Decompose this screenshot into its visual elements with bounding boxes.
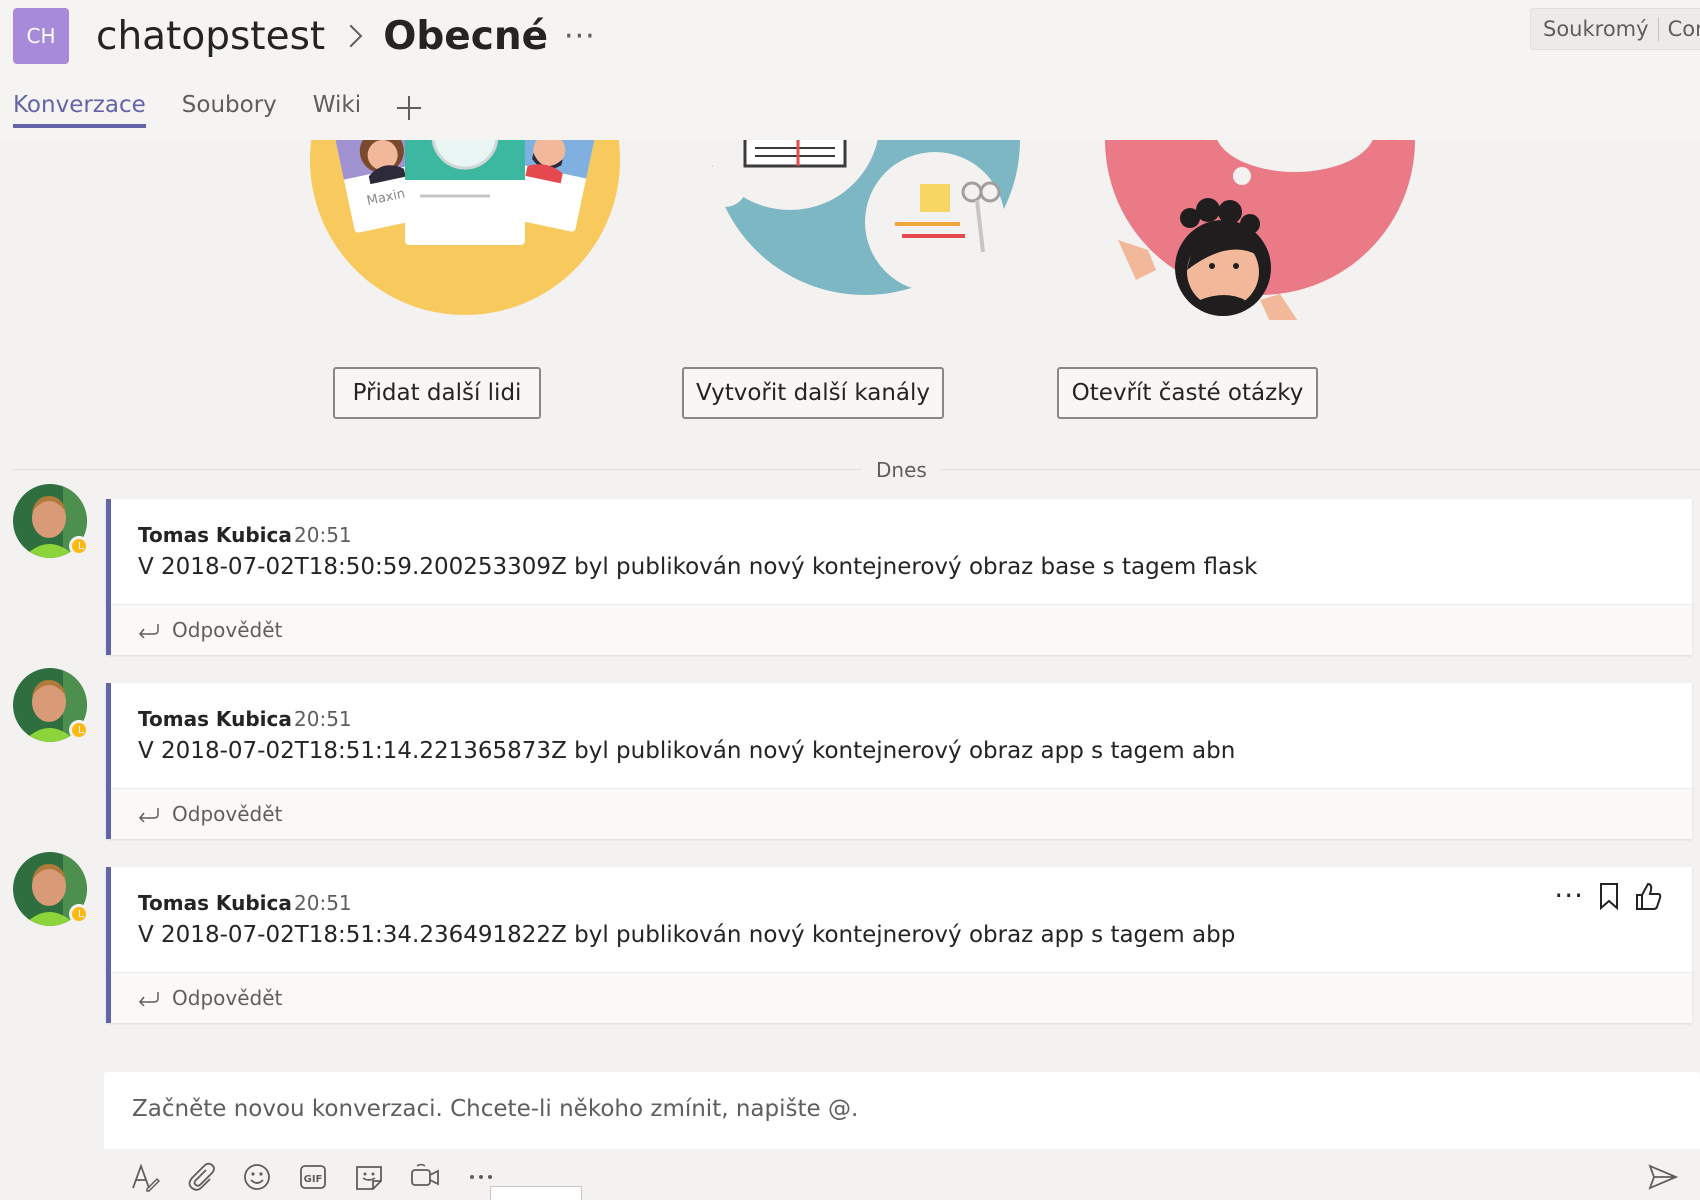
message-author[interactable]: Tomas Kubica: [138, 707, 292, 731]
privacy-separator: [1657, 17, 1659, 41]
privacy-badge[interactable]: Soukromý Conf: [1530, 8, 1700, 50]
gif-icon[interactable]: GIF: [298, 1162, 328, 1192]
chevron-right-icon: [339, 24, 363, 48]
reply-button[interactable]: Odpovědět: [111, 604, 1692, 655]
reply-button[interactable]: Odpovědět: [111, 972, 1692, 1023]
sticker-icon[interactable]: [354, 1162, 384, 1192]
create-channels-illustration: [700, 140, 1030, 320]
reply-label: Odpovědět: [172, 802, 283, 826]
message-author[interactable]: Tomas Kubica: [138, 891, 292, 915]
attach-icon[interactable]: [186, 1162, 216, 1192]
message-author[interactable]: Tomas Kubica: [138, 523, 292, 547]
classification-label: Conf: [1667, 17, 1700, 41]
message-body: Tomas Kubica 20:51 V 2018-07-02T18:51:34…: [111, 867, 1692, 972]
message-body: Tomas Kubica 20:51 V 2018-07-02T18:51:14…: [111, 683, 1692, 788]
open-faq-button[interactable]: Otevřít časté otázky: [1057, 367, 1318, 419]
breadcrumb: chatopstest Obecné ···: [96, 8, 596, 64]
send-icon[interactable]: [1648, 1162, 1678, 1192]
message-card: Tomas Kubica 20:51 V 2018-07-02T18:51:14…: [106, 683, 1692, 839]
emoji-icon[interactable]: [242, 1162, 272, 1192]
team-name[interactable]: chatopstest: [96, 14, 325, 59]
date-divider-line: [13, 469, 1700, 470]
meet-now-icon[interactable]: [410, 1162, 440, 1192]
channel-name: Obecné: [383, 13, 549, 59]
status-away-icon: [69, 904, 89, 924]
reply-label: Odpovědět: [172, 618, 283, 642]
avatar[interactable]: [13, 668, 89, 742]
message-timestamp: 20:51: [294, 523, 352, 547]
message-card: Tomas Kubica 20:51 V 2018-07-02T18:51:34…: [106, 867, 1692, 1023]
date-divider-label: Dnes: [862, 458, 941, 482]
tab-wiki[interactable]: Wiki: [313, 92, 361, 124]
channel-more-options-button[interactable]: ···: [564, 19, 596, 54]
create-channels-button[interactable]: Vytvořit další kanály: [682, 367, 944, 419]
compose-toolbar: GIF: [0, 1158, 1700, 1196]
reply-label: Odpovědět: [172, 986, 283, 1010]
message-timestamp: 20:51: [294, 891, 352, 915]
message-card: Tomas Kubica 20:51 V 2018-07-02T18:50:59…: [106, 499, 1692, 655]
message-timestamp: 20:51: [294, 707, 352, 731]
status-away-icon: [69, 536, 89, 556]
privacy-label: Soukromý: [1543, 17, 1649, 41]
message-body: Tomas Kubica 20:51 V 2018-07-02T18:50:59…: [111, 499, 1692, 604]
channel-tabs: Konverzace Soubory Wiki: [13, 92, 422, 128]
tooltip: [490, 1186, 582, 1200]
like-icon[interactable]: [1634, 881, 1662, 911]
tab-soubory[interactable]: Soubory: [182, 92, 277, 124]
faq-illustration: [1090, 140, 1430, 320]
compose-box: [104, 1072, 1700, 1149]
channel-header: CH chatopstest Obecné ··· Soukromý Conf …: [0, 0, 1700, 140]
add-tab-icon[interactable]: [397, 96, 422, 120]
reply-icon: [138, 992, 159, 1006]
svg-text:GIF: GIF: [304, 1174, 323, 1185]
avatar[interactable]: [13, 484, 89, 558]
reply-icon: [138, 624, 159, 638]
add-people-illustration: Maxine: [300, 140, 640, 320]
reply-icon: [138, 808, 159, 822]
tab-konverzace[interactable]: Konverzace: [13, 92, 146, 128]
message-actions: ···: [1540, 881, 1662, 911]
save-bookmark-icon[interactable]: [1598, 882, 1620, 910]
reply-button[interactable]: Odpovědět: [111, 788, 1692, 839]
compose-input[interactable]: [132, 1096, 1652, 1122]
team-avatar[interactable]: CH: [13, 8, 69, 64]
message-text: V 2018-07-02T18:51:34.236491822Z byl pub…: [138, 922, 1236, 948]
add-people-button[interactable]: Přidat další lidi: [333, 367, 541, 419]
avatar[interactable]: [13, 852, 89, 926]
format-icon[interactable]: [130, 1162, 160, 1192]
more-options-icon[interactable]: ···: [1554, 882, 1584, 910]
status-away-icon: [69, 720, 89, 740]
message-text: V 2018-07-02T18:50:59.200253309Z byl pub…: [138, 554, 1258, 580]
message-text: V 2018-07-02T18:51:14.221365873Z byl pub…: [138, 738, 1236, 764]
